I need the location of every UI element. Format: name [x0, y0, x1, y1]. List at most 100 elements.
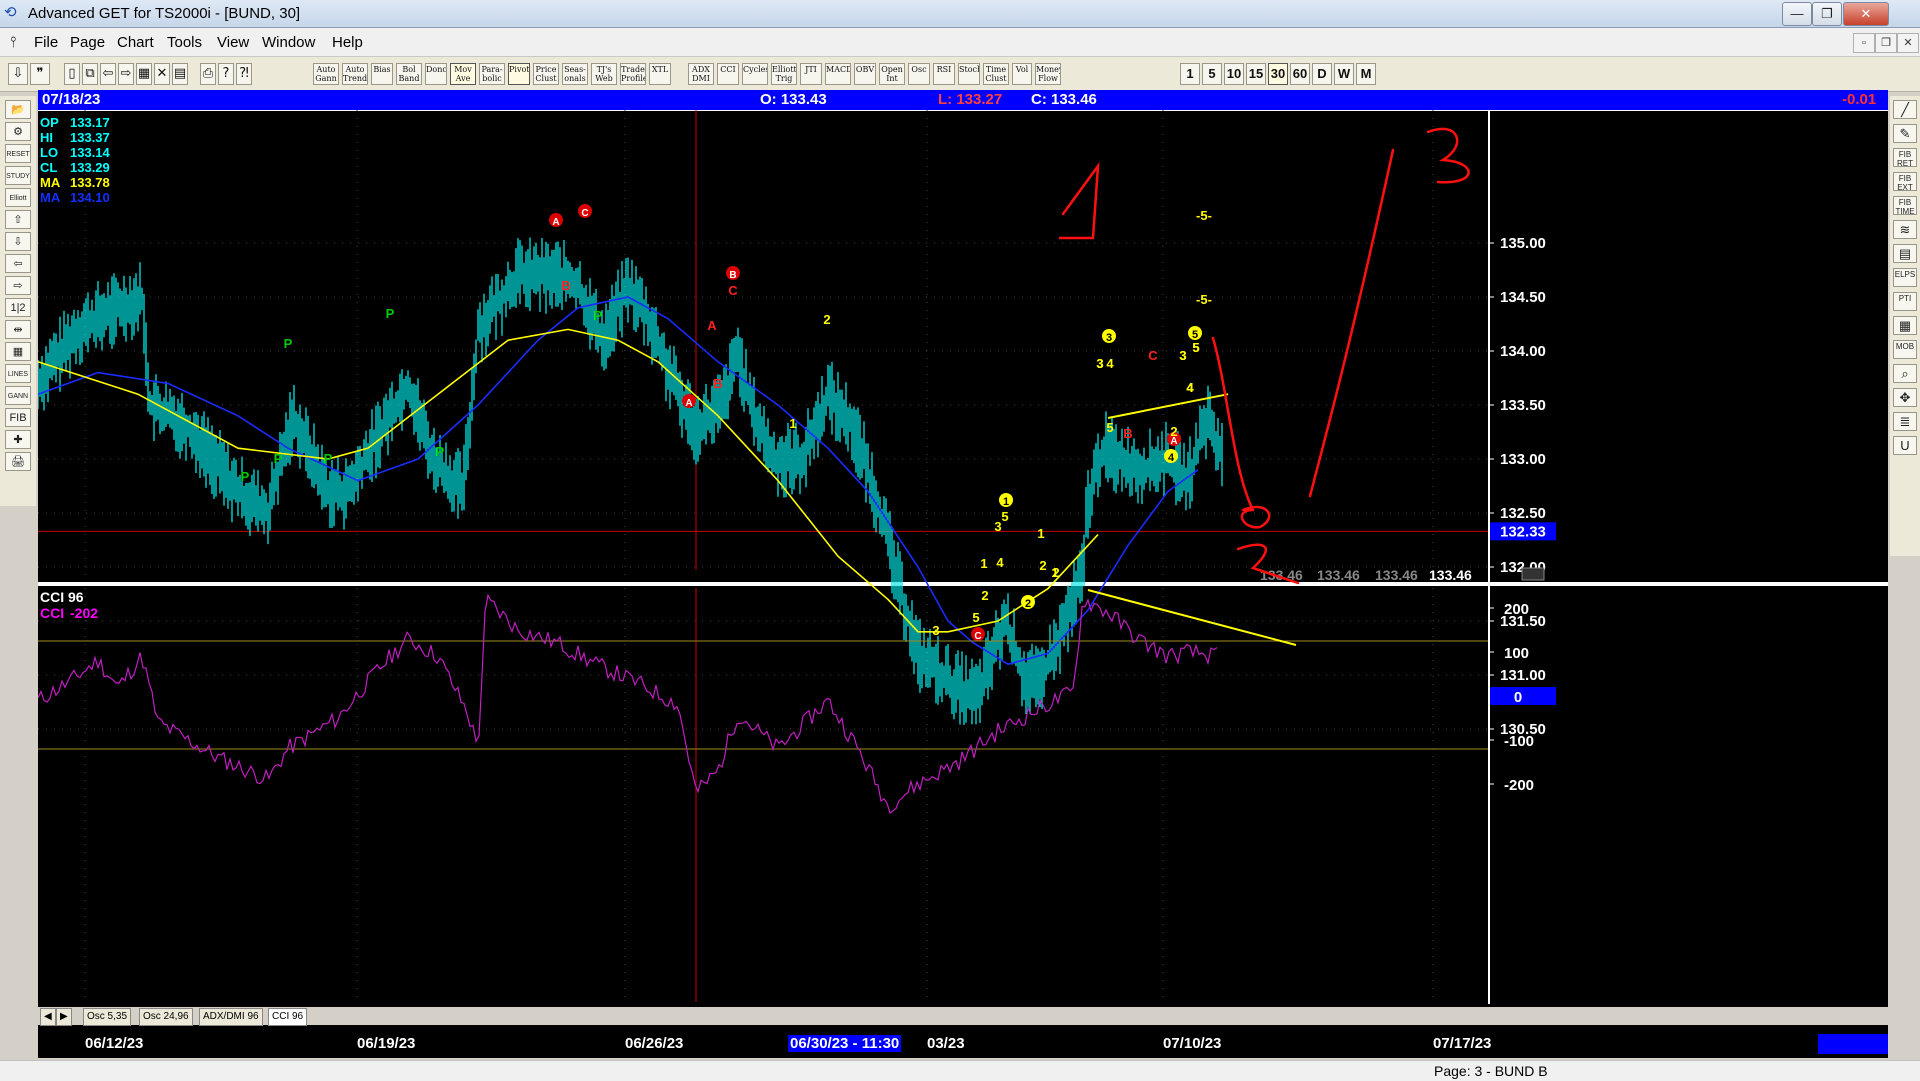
- chart-window[interactable]: 07/18/23 O: 133.43 L: 133.27 C: 133.46 -…: [38, 90, 1888, 1058]
- new-page-icon[interactable]: ▯: [64, 63, 80, 85]
- tab-adx-dmi[interactable]: ADX/DMI 96: [199, 1008, 263, 1026]
- back-icon[interactable]: ⇦: [100, 63, 116, 85]
- print-icon[interactable]: ⎙: [200, 63, 216, 85]
- period-button-5[interactable]: 5: [1202, 63, 1222, 85]
- price-chart[interactable]: 135.00 134.50 134.00 133.50 133.00 132.50132.…: [38, 90, 1888, 1004]
- study-button-open-int[interactable]: Open Int: [879, 63, 905, 85]
- left-tool-12[interactable]: LINES: [5, 364, 31, 383]
- menu-tools[interactable]: Tools: [167, 34, 202, 51]
- right-tool-0[interactable]: ╱: [1893, 100, 1917, 119]
- left-tool-5[interactable]: ⇧: [5, 210, 31, 229]
- copy-icon[interactable]: ⧉: [82, 63, 98, 85]
- right-tool-7[interactable]: ELPS: [1893, 268, 1917, 287]
- study-button-macd[interactable]: MACD: [825, 63, 851, 85]
- study-button-rsi[interactable]: RSI: [933, 63, 955, 85]
- right-tool-12[interactable]: ✥: [1893, 388, 1917, 407]
- study-button-elliott-trig[interactable]: Elliott Trig: [771, 63, 797, 85]
- right-tool-6[interactable]: ▤: [1893, 244, 1917, 263]
- tab-osc-24-96[interactable]: Osc 24,96: [139, 1008, 193, 1026]
- menu-chart[interactable]: Chart: [117, 34, 154, 51]
- left-tool-8[interactable]: ⇨: [5, 276, 31, 295]
- study-button-auto-trend[interactable]: Auto Trend: [342, 63, 368, 85]
- period-button-15[interactable]: 15: [1246, 63, 1266, 85]
- right-tool-8[interactable]: PTI: [1893, 292, 1917, 311]
- delete-icon[interactable]: ✕: [154, 63, 170, 85]
- left-tool-16[interactable]: 🖨: [5, 452, 31, 471]
- app-menu-icon[interactable]: ⫯: [10, 34, 17, 51]
- left-tool-2[interactable]: RESET: [5, 144, 31, 163]
- study-button-price-clust[interactable]: Price Clust: [533, 63, 559, 85]
- menu-help[interactable]: Help: [332, 34, 363, 51]
- study-button-jti[interactable]: JTI: [800, 63, 822, 85]
- study-button-bias[interactable]: Bias: [371, 63, 393, 85]
- left-tool-7[interactable]: ⇦: [5, 254, 31, 273]
- left-tool-13[interactable]: GANN: [5, 386, 31, 405]
- tab-scroll-left-icon[interactable]: ◀: [40, 1008, 56, 1026]
- right-tool-10[interactable]: MOB: [1893, 340, 1917, 359]
- study-button-para-bolic[interactable]: Para- bolic: [479, 63, 505, 85]
- menu-page[interactable]: Page: [70, 34, 105, 51]
- study-button-vol[interactable]: Vol: [1012, 63, 1032, 85]
- study-button-obv[interactable]: OBV: [854, 63, 876, 85]
- right-tool-11[interactable]: ⌕: [1893, 364, 1917, 383]
- study-button-auto-gann[interactable]: Auto Gann: [313, 63, 339, 85]
- study-button-time-clust[interactable]: Time Clust: [983, 63, 1009, 85]
- grid-icon[interactable]: ▤: [172, 63, 188, 85]
- left-tool-4[interactable]: Elliott: [5, 188, 31, 207]
- study-button-adx-dmi[interactable]: ADX DMI: [688, 63, 714, 85]
- study-button-pivot[interactable]: Pivot: [508, 63, 530, 85]
- period-button-d[interactable]: D: [1312, 63, 1332, 85]
- period-button-30[interactable]: 30: [1268, 63, 1288, 85]
- right-tool-14[interactable]: U: [1893, 436, 1917, 455]
- mdi-close-button[interactable]: ✕: [1897, 33, 1919, 53]
- right-tool-5[interactable]: ≋: [1893, 220, 1917, 239]
- close-button[interactable]: ✕: [1843, 2, 1889, 26]
- period-button-10[interactable]: 10: [1224, 63, 1244, 85]
- left-tool-0[interactable]: 📂: [5, 100, 31, 119]
- tab-osc-5-35[interactable]: Osc 5,35: [83, 1008, 132, 1026]
- left-tool-15[interactable]: ✚: [5, 430, 31, 449]
- study-button-mov-ave[interactable]: Mov Ave: [450, 63, 476, 85]
- maximize-button[interactable]: ❐: [1812, 2, 1842, 26]
- study-button-osc[interactable]: Osc: [908, 63, 930, 85]
- study-button-bol-band[interactable]: Bol Band: [396, 63, 422, 85]
- right-tool-13[interactable]: ≣: [1893, 412, 1917, 431]
- right-tool-2[interactable]: FIB RET: [1893, 148, 1917, 167]
- study-button-tj-s-web[interactable]: TJ's Web: [591, 63, 617, 85]
- mdi-restore-button[interactable]: ❐: [1875, 33, 1897, 53]
- menu-file[interactable]: File: [34, 34, 58, 51]
- minimize-button[interactable]: —: [1782, 2, 1812, 26]
- menu-view[interactable]: View: [217, 34, 249, 51]
- period-button-1[interactable]: 1: [1180, 63, 1200, 85]
- what-help-icon[interactable]: ⁈: [236, 63, 252, 85]
- study-button-trade-profile[interactable]: Trade Profile: [620, 63, 646, 85]
- study-button-stoch[interactable]: Stoch: [958, 63, 980, 85]
- left-tool-1[interactable]: ⚙: [5, 122, 31, 141]
- right-tool-9[interactable]: ▦: [1893, 316, 1917, 335]
- study-button-seas-onals[interactable]: Seas- onals: [562, 63, 588, 85]
- study-button-money-flow[interactable]: Money Flow: [1035, 63, 1061, 85]
- tab-cci-96[interactable]: CCI 96: [268, 1008, 308, 1026]
- menu-window[interactable]: Window: [262, 34, 315, 51]
- study-button-donch[interactable]: Donch: [425, 63, 447, 85]
- context-help-icon[interactable]: ?: [218, 63, 234, 85]
- tab-scroll-right-icon[interactable]: ▶: [56, 1008, 72, 1026]
- right-tool-3[interactable]: FIB EXT: [1893, 172, 1917, 191]
- period-button-60[interactable]: 60: [1290, 63, 1310, 85]
- pointer-icon[interactable]: ⇩: [8, 63, 28, 85]
- left-tool-9[interactable]: 1|2: [5, 298, 31, 317]
- left-tool-3[interactable]: STUDY: [5, 166, 31, 185]
- layout-icon[interactable]: ▦: [136, 63, 152, 85]
- right-tool-1[interactable]: ✎: [1893, 124, 1917, 143]
- left-tool-11[interactable]: ▦: [5, 342, 31, 361]
- forward-icon[interactable]: ⇨: [118, 63, 134, 85]
- period-button-w[interactable]: W: [1334, 63, 1354, 85]
- left-tool-14[interactable]: FIB: [5, 408, 31, 427]
- study-button-cci[interactable]: CCI: [717, 63, 739, 85]
- left-tool-6[interactable]: ⇩: [5, 232, 31, 251]
- period-button-m[interactable]: M: [1356, 63, 1376, 85]
- study-button-xtl[interactable]: XTL: [649, 63, 671, 85]
- left-tool-10[interactable]: ⇹: [5, 320, 31, 339]
- study-button-cycles[interactable]: Cycles: [742, 63, 768, 85]
- quote-icon[interactable]: ❞: [30, 63, 50, 85]
